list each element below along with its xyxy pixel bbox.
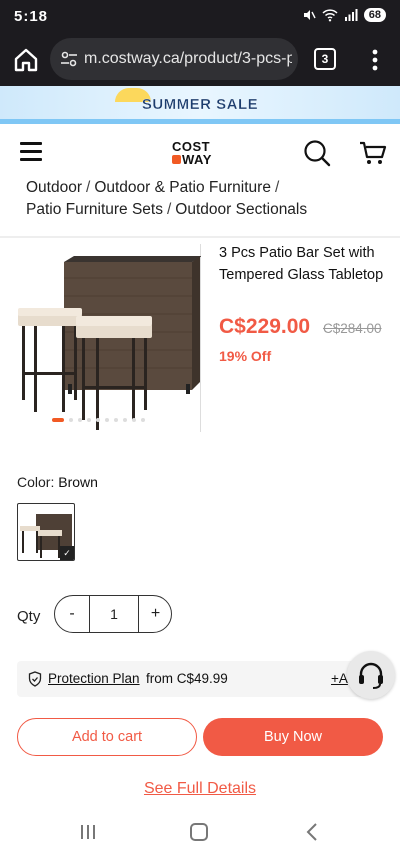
color-swatch-brown[interactable]: ✓: [17, 503, 75, 561]
home-icon[interactable]: [12, 46, 40, 74]
bar-set-illustration: [18, 256, 202, 430]
logo-mark: [172, 155, 181, 164]
recent-apps-icon[interactable]: [80, 824, 96, 840]
quantity-stepper: - 1 +: [54, 595, 172, 633]
more-menu-icon[interactable]: [364, 46, 386, 74]
see-full-details-link[interactable]: See Full Details: [0, 780, 400, 798]
site-header: COST WAY: [0, 124, 400, 180]
logo-line2: WAY: [182, 152, 212, 167]
shield-icon: [28, 671, 42, 687]
section-divider: [0, 236, 400, 238]
breadcrumb-item-patio-furniture[interactable]: Outdoor & Patio Furniture: [94, 179, 271, 196]
carousel-dot[interactable]: [52, 418, 64, 422]
carousel-dots[interactable]: [52, 418, 145, 422]
carousel-dot[interactable]: [87, 418, 91, 422]
search-icon[interactable]: [302, 138, 332, 168]
breadcrumb-separator: /: [166, 201, 172, 218]
discount-badge: 19% Off: [219, 348, 272, 364]
customer-support-button[interactable]: [347, 651, 395, 699]
color-selector-label: Color: Brown: [17, 474, 98, 490]
breadcrumb: Outdoor / Outdoor & Patio Furniture / Patio…: [26, 177, 386, 221]
selected-check-icon: ✓: [60, 546, 74, 560]
carousel-dot[interactable]: [141, 418, 145, 422]
color-label: Color:: [17, 474, 55, 490]
site-settings-icon[interactable]: [60, 50, 78, 68]
qty-input[interactable]: 1: [89, 596, 139, 632]
carousel-dot[interactable]: [78, 418, 82, 422]
product-price: C$229.00: [219, 315, 311, 338]
browser-toolbar: m.costway.ca/product/3-pcs-p 3: [0, 34, 400, 86]
protection-plan-price: from C$49.99: [146, 671, 228, 686]
product-title: 3 Pcs Patio Bar Set with Tempered Glass …: [219, 245, 384, 283]
product-image[interactable]: [14, 244, 202, 432]
carousel-dot[interactable]: [69, 418, 73, 422]
system-home-icon[interactable]: [190, 823, 208, 841]
carousel-dot[interactable]: [105, 418, 109, 422]
breadcrumb-item-furniture-sets[interactable]: Patio Furniture Sets: [26, 201, 163, 218]
carousel-dot[interactable]: [132, 418, 136, 422]
qty-increase-button[interactable]: +: [139, 596, 172, 632]
costway-logo[interactable]: COST WAY: [172, 140, 232, 168]
wifi-icon: [322, 9, 338, 22]
buy-now-button[interactable]: Buy Now: [203, 718, 383, 756]
carousel-dot[interactable]: [123, 418, 127, 422]
status-bar: 5:18 68: [0, 0, 400, 34]
color-value: Brown: [58, 474, 98, 490]
back-icon[interactable]: [304, 823, 320, 841]
qty-decrease-button[interactable]: -: [55, 596, 89, 632]
carousel-dot[interactable]: [96, 418, 100, 422]
carousel-dot[interactable]: [114, 418, 118, 422]
add-protection-link[interactable]: +A: [331, 671, 348, 686]
summer-sale-banner[interactable]: SUMMER SALE: [0, 86, 400, 124]
breadcrumb-separator: /: [86, 179, 91, 196]
address-bar[interactable]: m.costway.ca/product/3-pcs-p: [50, 38, 298, 80]
qty-label: Qty: [17, 608, 41, 625]
breadcrumb-item-outdoor-sectionals[interactable]: Outdoor Sectionals: [175, 201, 307, 218]
mute-icon: [303, 10, 316, 20]
status-time: 5:18: [14, 8, 49, 25]
protection-plan-link[interactable]: Protection Plan: [48, 671, 140, 686]
banner-text: SUMMER SALE: [141, 96, 259, 113]
cart-icon[interactable]: [358, 138, 388, 168]
signal-icon: [344, 9, 358, 21]
tab-switcher-button[interactable]: 3: [314, 48, 336, 70]
protection-plan-row: Protection Plan from C$49.99 +A: [17, 661, 383, 697]
battery-indicator: 68: [363, 8, 386, 22]
status-icons: 68: [302, 8, 386, 22]
url-text: m.costway.ca/product/3-pcs-p: [84, 50, 292, 67]
add-to-cart-button[interactable]: Add to cart: [17, 718, 197, 756]
breadcrumb-separator: /: [274, 179, 280, 196]
system-navigation-bar: [0, 808, 400, 858]
hamburger-menu-icon[interactable]: [20, 142, 42, 162]
breadcrumb-item-outdoor[interactable]: Outdoor: [26, 179, 82, 196]
original-price: C$284.00: [323, 321, 382, 336]
headset-icon: [359, 662, 383, 689]
